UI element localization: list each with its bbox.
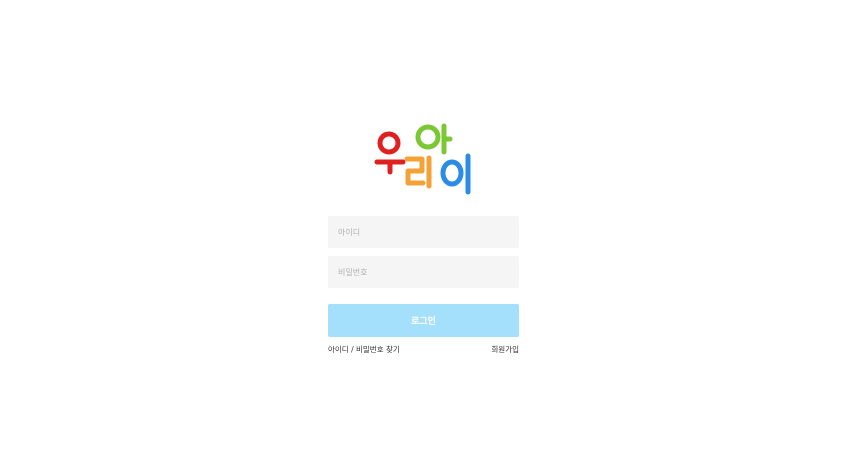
logo-letter-u bbox=[374, 131, 406, 175]
app-logo bbox=[373, 120, 475, 198]
logo-letter-ri bbox=[404, 155, 432, 189]
find-id-password-link[interactable]: 아이디 / 비밀번호 찾기 bbox=[328, 345, 400, 355]
login-page: 로그인 아이디 / 비밀번호 찾기 회원가입 bbox=[0, 0, 846, 475]
logo-letter-a bbox=[415, 123, 453, 155]
id-input[interactable] bbox=[328, 216, 519, 248]
logo-letter-i bbox=[440, 153, 471, 195]
logo-graphic bbox=[374, 123, 471, 195]
password-input[interactable] bbox=[328, 256, 519, 288]
login-button[interactable]: 로그인 bbox=[328, 304, 519, 337]
signup-link[interactable]: 회원가입 bbox=[491, 345, 519, 355]
